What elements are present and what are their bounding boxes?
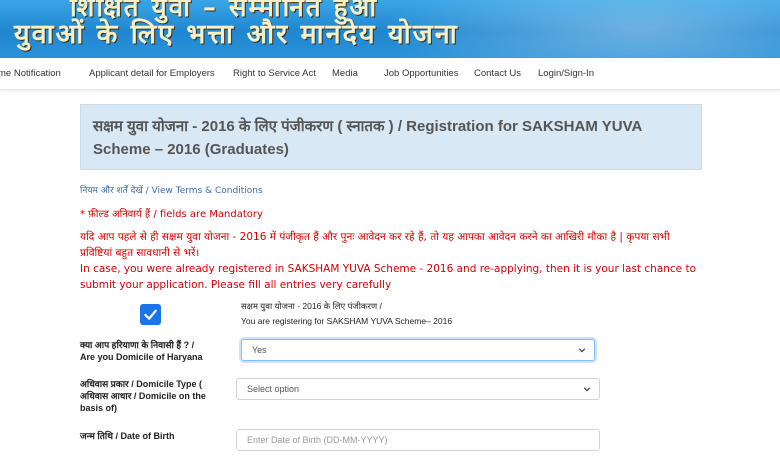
domicile-type-select[interactable]: Select option <box>236 378 600 400</box>
nav-item-right-to-service[interactable]: Right to Service Act <box>233 68 316 79</box>
terms-link[interactable]: नियम और शर्तें देखें / View Terms & Cond… <box>80 183 263 196</box>
banner-title-line2: युवाओं के लिए भत्ता और मानदेय योजना <box>14 19 459 50</box>
check-icon <box>144 309 157 320</box>
notice-english: In case, you were already registered in … <box>80 263 697 291</box>
nav-item-home-notification[interactable]: me Notification <box>0 68 61 79</box>
nav-item-contact-us[interactable]: Contact Us <box>474 68 521 79</box>
nav-item-job-opportunities[interactable]: Job Opportunities <box>384 68 458 79</box>
notice-hindi: यदि आप पहले से ही सक्षम युवा योजना - 201… <box>80 231 670 259</box>
reapply-notice: यदि आप पहले से ही सक्षम युवा योजना - 201… <box>80 229 700 293</box>
domicile-type-select-value: Select option <box>247 384 300 394</box>
chevron-down-icon <box>583 387 591 392</box>
mandatory-note: * फ़ील्ड अनिवार्य हैं / fields are Manda… <box>80 209 263 220</box>
scheme-checkbox-label: सक्षम युवा योजना - 2016 के लिए पंजीकरण /… <box>241 301 453 326</box>
dob-placeholder: Enter Date of Birth (DD-MM-YYYY) <box>247 435 388 445</box>
main-nav: me Notification Applicant detail for Emp… <box>0 58 780 90</box>
chevron-down-icon <box>578 348 586 353</box>
form-title-box: सक्षम युवा योजना - 2016 के लिए पंजीकरण (… <box>80 104 702 170</box>
domicile-label: क्या आप हरियाणा के निवासी हैं ? / Are yo… <box>80 340 203 362</box>
form-title: सक्षम युवा योजना - 2016 के लिए पंजीकरण (… <box>93 118 642 158</box>
domicile-select[interactable]: Yes <box>241 339 595 361</box>
nav-item-login[interactable]: Login/Sign-In <box>538 68 594 79</box>
dob-input[interactable]: Enter Date of Birth (DD-MM-YYYY) <box>236 429 600 451</box>
nav-item-applicant-detail[interactable]: Applicant detail for Employers <box>89 68 215 79</box>
domicile-type-label: अधिवास प्रकार / Domicile Type ( अधिवास आ… <box>80 379 206 413</box>
nav-item-media[interactable]: Media <box>332 68 358 79</box>
scheme-checkbox[interactable] <box>140 304 161 325</box>
dob-label: जन्म तिथि / Date of Birth <box>80 431 175 441</box>
domicile-select-value: Yes <box>252 345 267 355</box>
header-banner: शिक्षित युवा – सम्मानित हुआ युवाओं के लि… <box>0 0 780 58</box>
